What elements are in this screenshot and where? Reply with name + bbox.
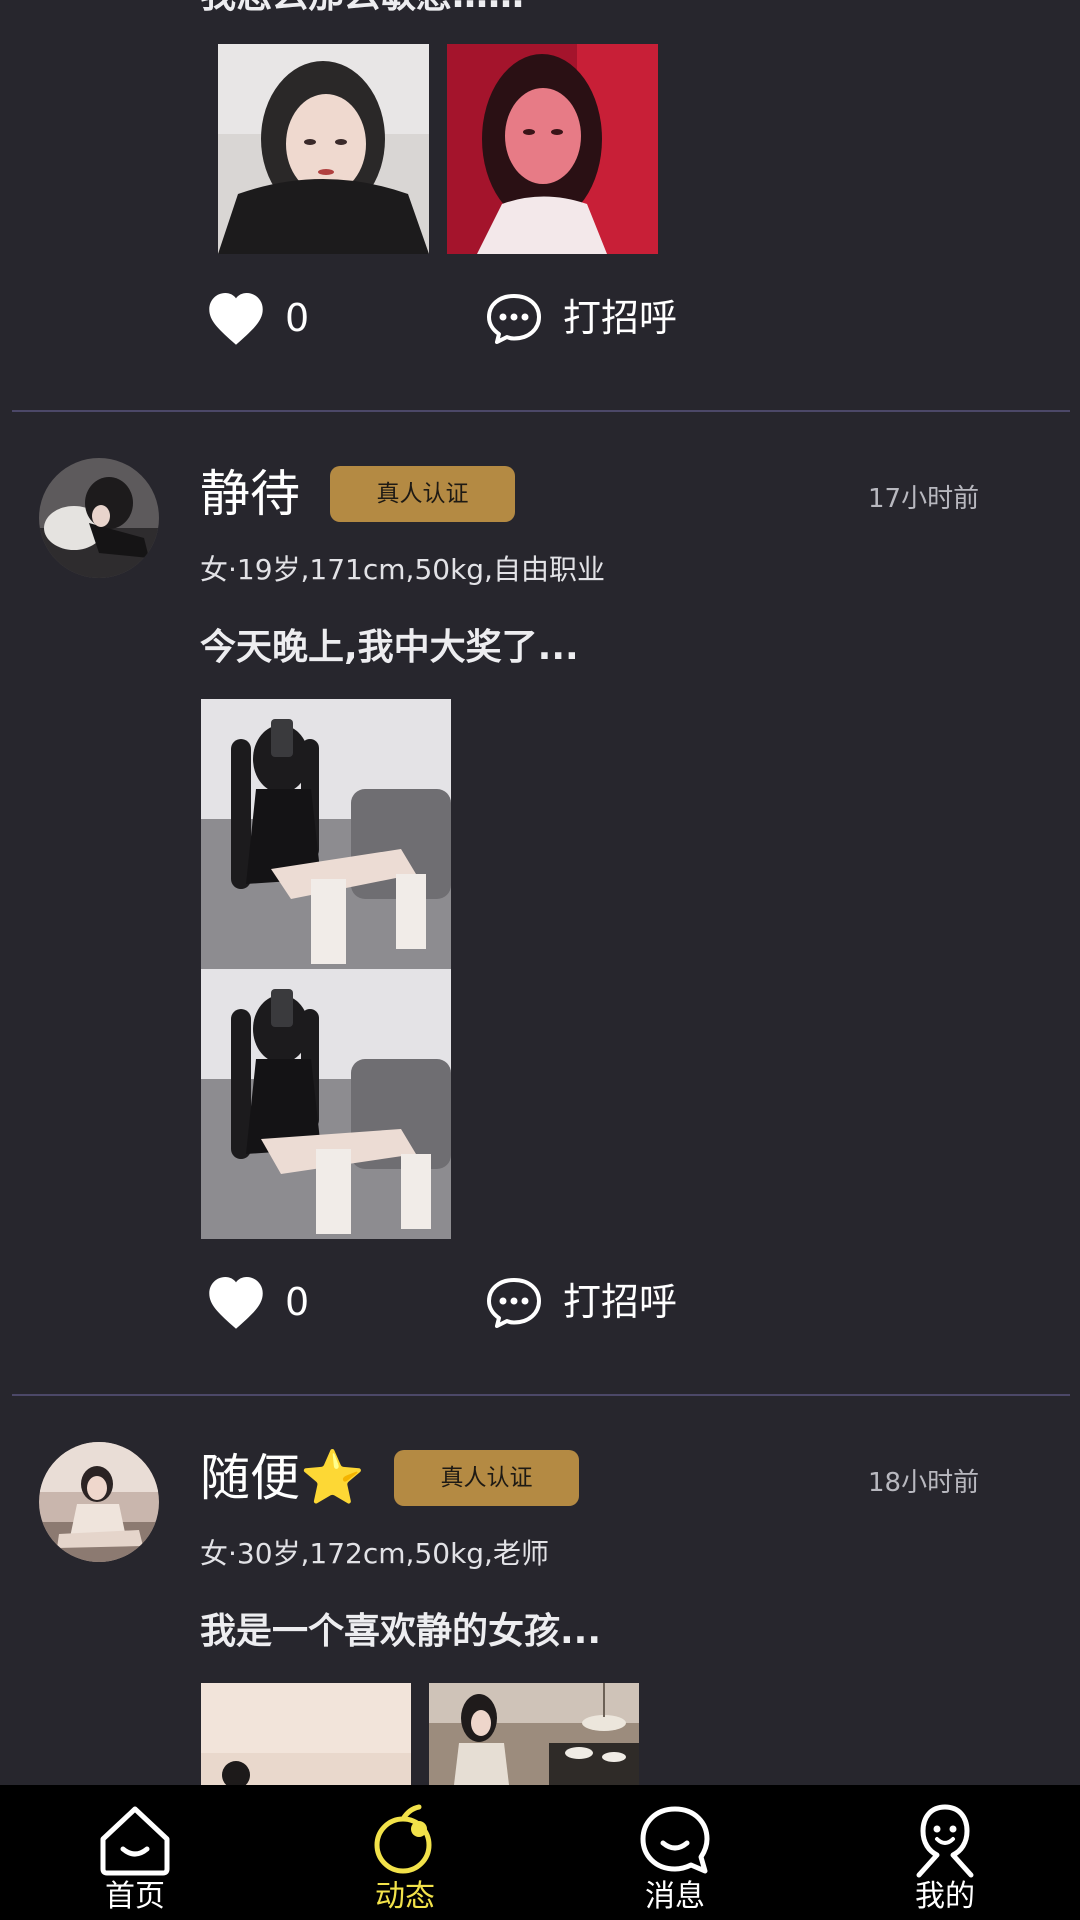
post-photo[interactable]	[201, 699, 451, 1239]
greet-button[interactable]: 打招呼	[485, 1272, 695, 1332]
tab-feed[interactable]: 动态	[325, 1785, 485, 1920]
tab-home[interactable]: 首页	[55, 1785, 215, 1920]
tab-label: 消息	[645, 1879, 705, 1914]
tab-label: 我的	[915, 1879, 975, 1914]
verified-badge: 真人认证	[330, 466, 515, 522]
bottom-tab-bar: 首页 动态 消息 我的	[0, 1785, 1080, 1920]
home-icon	[100, 1806, 170, 1876]
post-card: 静待 真人认证 17小时前 女·19岁,171cm,50kg,自由职业 今天晚上…	[0, 412, 1080, 1396]
post-text: 我怎么那么敏感……	[200, 0, 524, 18]
tab-label: 动态	[375, 1879, 435, 1914]
post-photo[interactable]	[447, 44, 658, 254]
star-emoji: ⭐	[300, 1448, 365, 1508]
tab-label: 首页	[105, 1879, 165, 1914]
post-card: 我怎么那么敏感……	[0, 0, 1080, 410]
user-profile-info: 女·30岁,172cm,50kg,老师	[200, 1537, 549, 1570]
verified-badge: 真人认证	[394, 1450, 579, 1506]
post-text: 今天晚上,我中大奖了...	[200, 627, 579, 668]
post-text: 我是一个喜欢静的女孩...	[200, 1611, 602, 1652]
post-time: 18小时前	[868, 1468, 980, 1498]
tab-me[interactable]: 我的	[865, 1785, 1025, 1920]
greet-label: 打招呼	[563, 296, 678, 340]
user-name[interactable]: 静待	[200, 464, 300, 524]
user-profile-info: 女·19岁,171cm,50kg,自由职业	[200, 553, 605, 586]
message-icon	[640, 1806, 710, 1874]
like-button[interactable]: 0	[205, 288, 325, 348]
greet-button[interactable]: 打招呼	[485, 288, 695, 348]
avatar[interactable]	[39, 1442, 159, 1562]
post-time: 17小时前	[868, 484, 980, 514]
post-photo[interactable]	[429, 1683, 639, 1785]
chat-bubble-icon	[487, 1278, 541, 1328]
heart-icon	[209, 1277, 263, 1329]
feed-icon	[374, 1804, 432, 1874]
profile-icon	[916, 1804, 974, 1878]
like-button[interactable]: 0	[205, 1272, 325, 1332]
post-card: 随便⭐ 真人认证 18小时前 女·30岁,172cm,50kg,老师 我是一个喜…	[0, 1396, 1080, 1785]
post-photo[interactable]	[218, 44, 429, 254]
like-count: 0	[285, 296, 310, 340]
chat-bubble-icon	[487, 294, 541, 344]
greet-label: 打招呼	[563, 1280, 678, 1324]
avatar[interactable]	[39, 458, 159, 578]
heart-icon	[209, 293, 263, 345]
like-count: 0	[285, 1280, 310, 1324]
user-name[interactable]: 随便⭐	[200, 1448, 365, 1508]
post-photo[interactable]	[201, 1683, 411, 1785]
feed-list[interactable]: 我怎么那么敏感……	[0, 0, 1080, 1785]
tab-messages[interactable]: 消息	[595, 1785, 755, 1920]
